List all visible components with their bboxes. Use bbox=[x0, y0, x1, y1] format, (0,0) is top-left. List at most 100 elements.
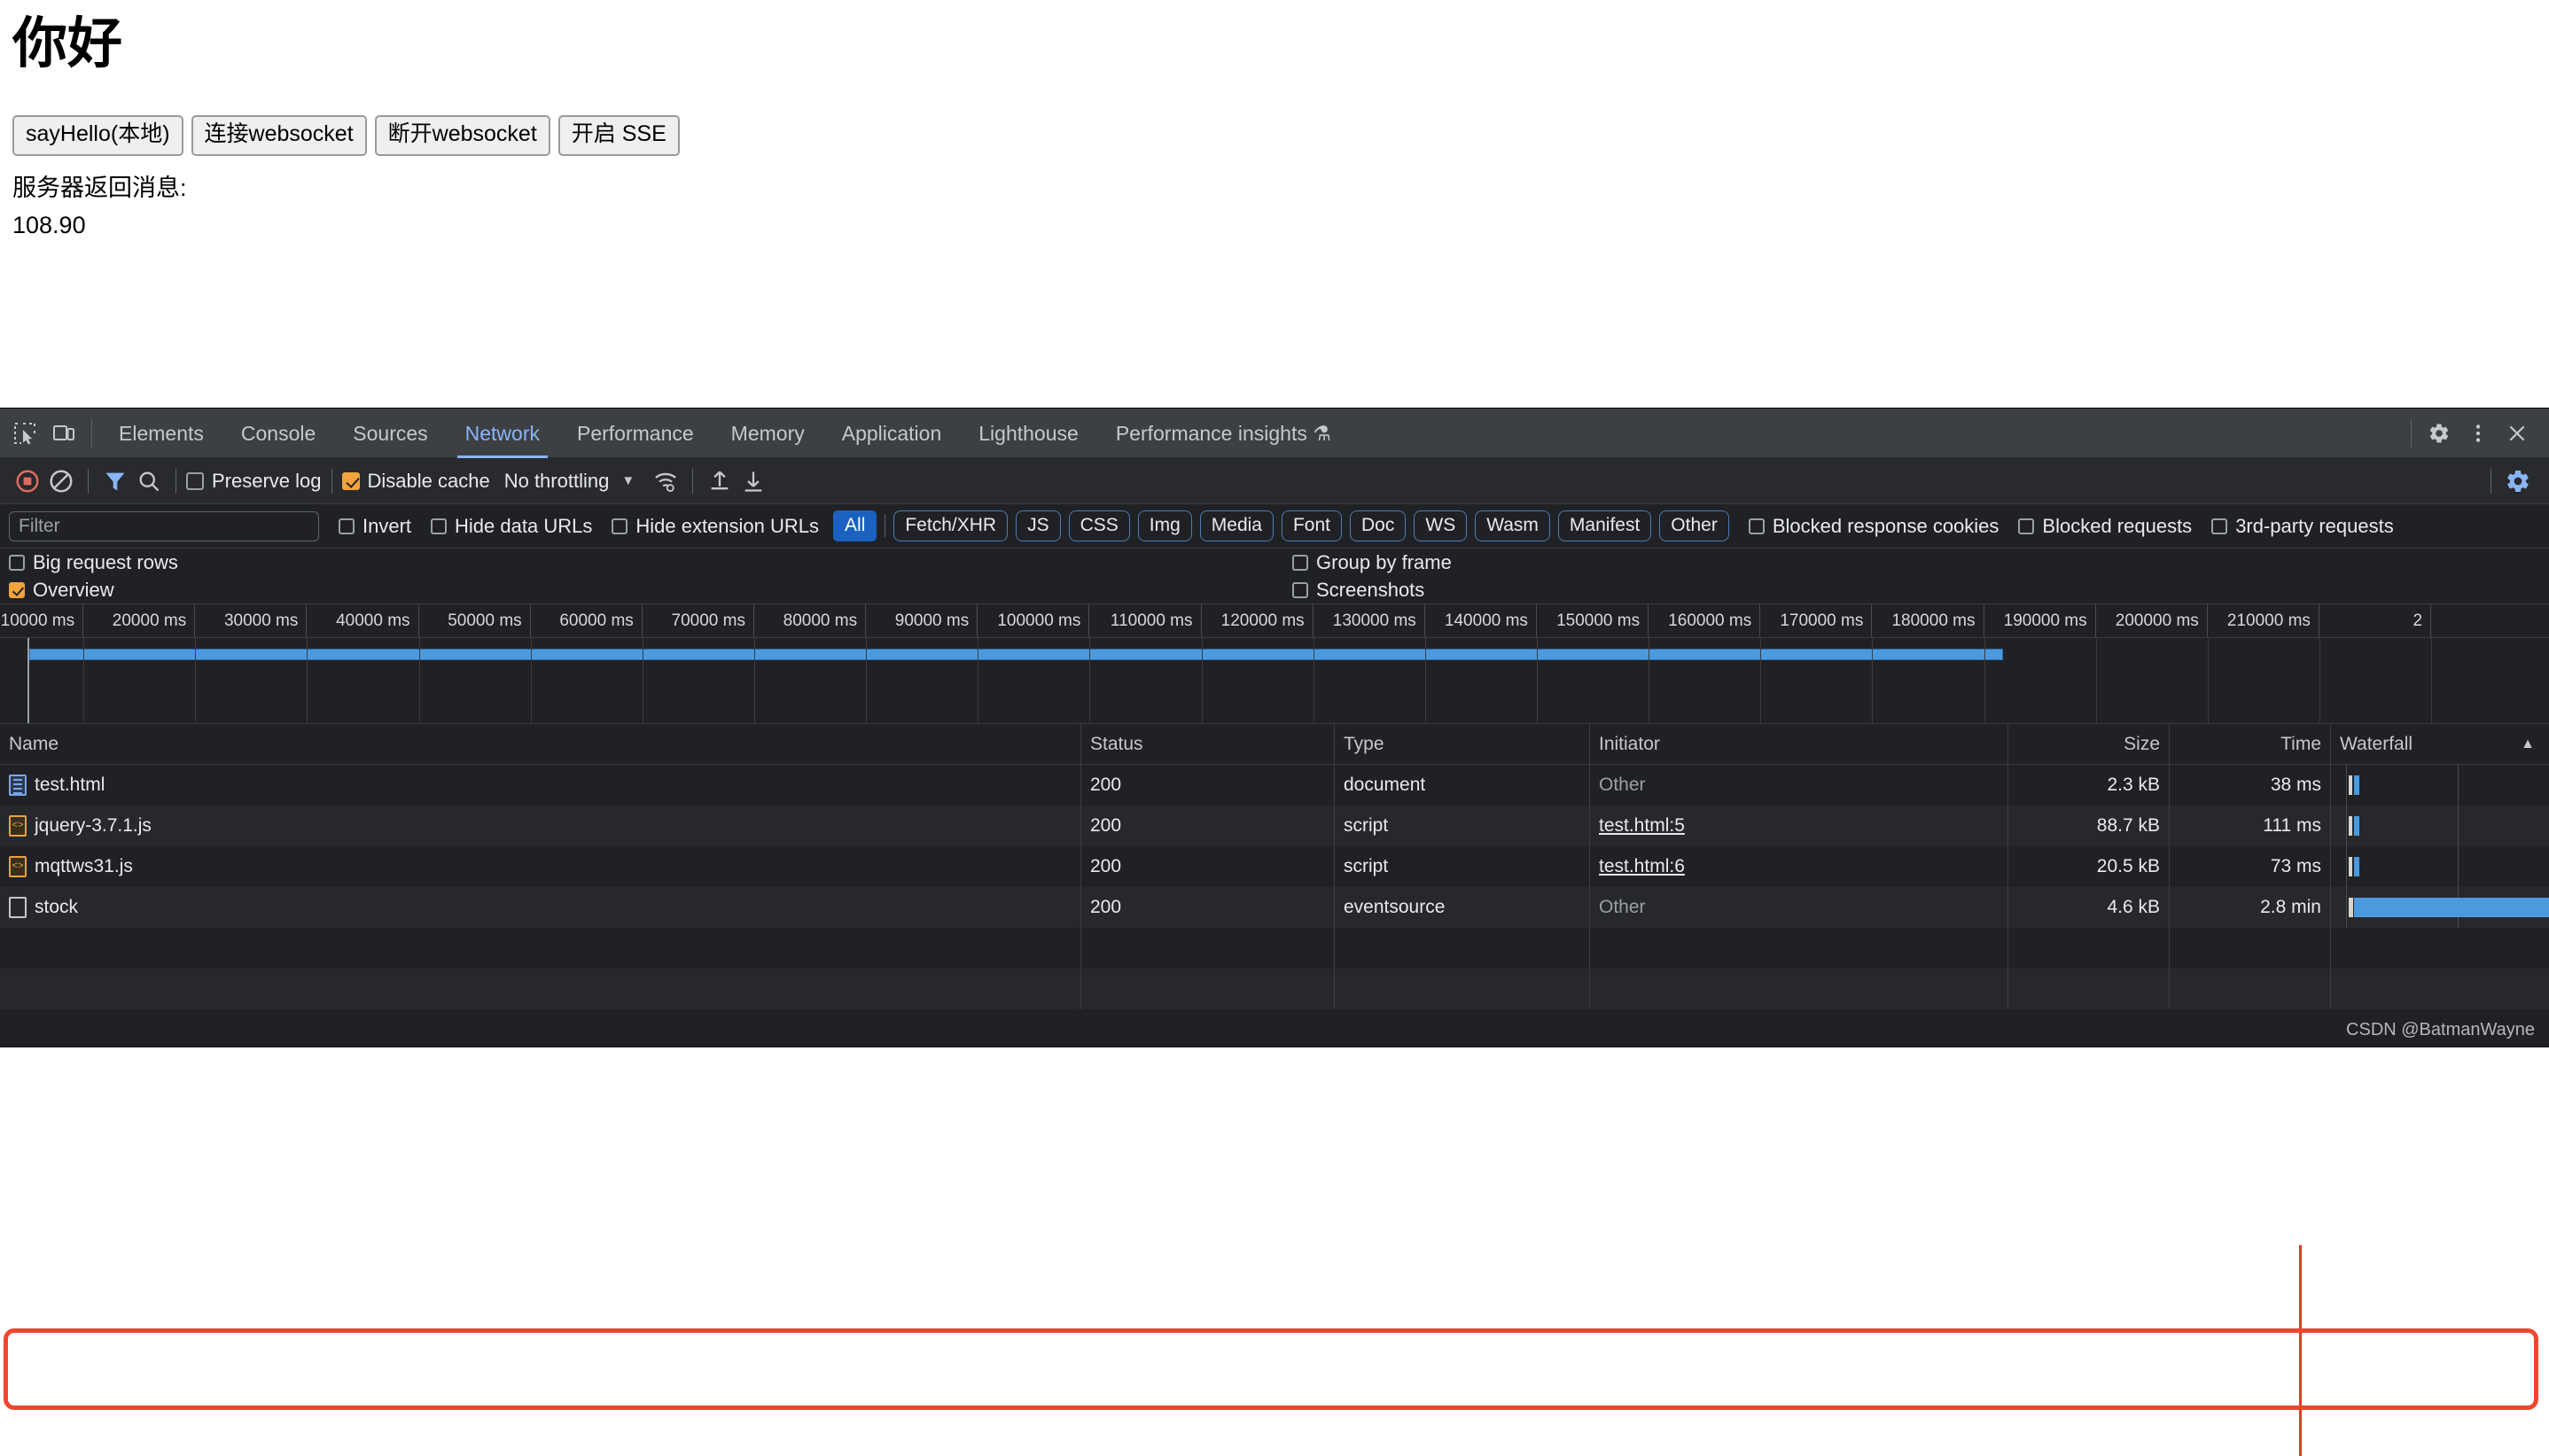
initiator-link[interactable]: test.html:6 bbox=[1599, 856, 1685, 876]
third-party-requests-checkbox-box[interactable] bbox=[2211, 518, 2228, 534]
filter-type-js[interactable]: JS bbox=[1016, 510, 1061, 542]
disconnect-websocket-button[interactable]: 断开websocket bbox=[374, 115, 550, 157]
column-header-size[interactable]: Size bbox=[2008, 723, 2170, 765]
wifi-settings-icon[interactable] bbox=[649, 464, 682, 498]
tab-sources[interactable]: Sources bbox=[334, 409, 446, 458]
tab-application[interactable]: Application bbox=[823, 409, 961, 458]
filter-type-other[interactable]: Other bbox=[1659, 510, 1729, 542]
cell-initiator[interactable]: test.html:6 bbox=[1590, 846, 2008, 887]
group-by-frame-checkbox[interactable]: Group by frame bbox=[1292, 551, 1452, 574]
tab-memory[interactable]: Memory bbox=[713, 409, 823, 458]
big-request-rows-checkbox-box[interactable] bbox=[9, 555, 25, 571]
search-icon[interactable] bbox=[132, 464, 166, 498]
overview-tick: 170000 ms bbox=[1760, 604, 1873, 637]
network-overview[interactable]: 10000 ms 20000 ms 30000 ms 40000 ms 50000 ms… bbox=[0, 604, 2549, 724]
network-settings-gear-icon[interactable] bbox=[2501, 464, 2535, 498]
disable-cache-checkbox[interactable]: Disable cache bbox=[341, 470, 490, 493]
screenshots-checkbox-box[interactable] bbox=[1292, 582, 1308, 598]
hide-extension-urls-checkbox[interactable]: Hide extension URLs bbox=[612, 515, 819, 538]
column-header-status[interactable]: Status bbox=[1081, 723, 1335, 765]
filter-type-doc[interactable]: Doc bbox=[1350, 510, 1407, 542]
document-file-icon bbox=[9, 775, 27, 796]
overview-checkbox[interactable]: Overview bbox=[9, 579, 114, 602]
invert-checkbox[interactable]: Invert bbox=[339, 515, 411, 538]
group-by-frame-checkbox-box[interactable] bbox=[1292, 555, 1308, 571]
overview-gridline bbox=[1984, 638, 1985, 723]
filter-input[interactable] bbox=[9, 510, 319, 541]
preserve-log-checkbox[interactable]: Preserve log bbox=[186, 470, 322, 493]
column-header-type[interactable]: Type bbox=[1335, 723, 1590, 765]
blocked-requests-label: Blocked requests bbox=[2042, 514, 2193, 537]
blocked-requests-checkbox[interactable]: Blocked requests bbox=[2018, 515, 2192, 538]
filter-type-ws[interactable]: WS bbox=[1414, 510, 1468, 542]
tab-elements[interactable]: Elements bbox=[100, 409, 222, 458]
cell-initiator[interactable]: test.html:5 bbox=[1590, 806, 2008, 846]
cell-waterfall bbox=[2331, 846, 2549, 887]
tab-lighthouse[interactable]: Lighthouse bbox=[960, 409, 1097, 458]
filter-type-media[interactable]: Media bbox=[1199, 510, 1274, 542]
chevron-down-icon[interactable]: ▼ bbox=[621, 473, 635, 488]
column-header-name[interactable]: Name bbox=[0, 723, 1081, 765]
cell-name[interactable]: test.html bbox=[0, 765, 1081, 806]
filter-type-manifest[interactable]: Manifest bbox=[1557, 510, 1652, 542]
more-options-icon[interactable] bbox=[2459, 414, 2498, 453]
filter-type-all[interactable]: All bbox=[833, 510, 877, 542]
tab-performance-insights[interactable]: Performance insights ⚗ bbox=[1097, 409, 1350, 458]
tab-performance[interactable]: Performance bbox=[558, 409, 713, 458]
throttling-select[interactable]: No throttling bbox=[504, 470, 610, 493]
third-party-requests-checkbox[interactable]: 3rd-party requests bbox=[2211, 515, 2394, 538]
filter-type-img[interactable]: Img bbox=[1137, 510, 1192, 542]
table-row[interactable]: <> jquery-3.7.1.js 200 script test.html:5 88.… bbox=[0, 806, 2549, 846]
filter-type-wasm[interactable]: Wasm bbox=[1475, 510, 1550, 542]
overview-graph[interactable] bbox=[0, 638, 2549, 723]
cell-name[interactable]: <> jquery-3.7.1.js bbox=[0, 806, 1081, 846]
start-sse-button[interactable]: 开启 SSE bbox=[557, 115, 680, 157]
inspect-element-icon[interactable] bbox=[5, 414, 44, 453]
cell-time: 2.8 min bbox=[2170, 887, 2331, 928]
overview-checkbox-box[interactable] bbox=[9, 582, 25, 598]
device-toolbar-icon[interactable] bbox=[44, 414, 83, 453]
hide-data-urls-checkbox-box[interactable] bbox=[431, 518, 448, 534]
invert-checkbox-box[interactable] bbox=[339, 518, 355, 534]
gear-icon[interactable] bbox=[2420, 414, 2459, 453]
export-har-icon[interactable] bbox=[737, 464, 770, 498]
say-hello-button[interactable]: sayHello(本地) bbox=[12, 115, 183, 157]
disable-cache-checkbox-box[interactable] bbox=[341, 471, 360, 490]
table-row[interactable]: stock 200 eventsource Other 4.6 kB 2.8 min bbox=[0, 887, 2549, 928]
column-header-waterfall[interactable]: Waterfall ▲ bbox=[2331, 724, 2549, 765]
hide-data-urls-checkbox[interactable]: Hide data URLs bbox=[431, 515, 592, 538]
clear-icon[interactable] bbox=[44, 464, 78, 498]
hide-extension-urls-checkbox-box[interactable] bbox=[612, 518, 628, 534]
column-header-time[interactable]: Time bbox=[2170, 723, 2331, 765]
filter-type-fetch-xhr[interactable]: Fetch/XHR bbox=[893, 510, 1009, 542]
table-row[interactable]: test.html 200 document Other 2.3 kB 38 ms bbox=[0, 765, 2549, 806]
tabbar-right-divider bbox=[2411, 418, 2412, 448]
blocked-response-cookies-checkbox-box[interactable] bbox=[1748, 518, 1765, 534]
close-icon[interactable] bbox=[2498, 414, 2537, 453]
sort-ascending-icon[interactable]: ▲ bbox=[2521, 724, 2535, 765]
cell-type: script bbox=[1335, 846, 1590, 887]
tab-console[interactable]: Console bbox=[222, 409, 334, 458]
blocked-response-cookies-checkbox[interactable]: Blocked response cookies bbox=[1748, 515, 1999, 538]
cell-initiator bbox=[1590, 928, 2008, 969]
funnel-icon[interactable] bbox=[98, 464, 132, 498]
initiator-link[interactable]: test.html:5 bbox=[1599, 815, 1685, 836]
hide-extension-urls-label: Hide extension URLs bbox=[635, 514, 820, 537]
cell-status bbox=[1081, 969, 1335, 1009]
table-row[interactable]: <> mqttws31.js 200 script test.html:6 20.5 kB… bbox=[0, 846, 2549, 887]
connect-websocket-button[interactable]: 连接websocket bbox=[191, 115, 367, 157]
column-header-initiator[interactable]: Initiator bbox=[1590, 723, 2008, 765]
cell-name[interactable]: <> mqttws31.js bbox=[0, 846, 1081, 887]
record-stop-icon[interactable] bbox=[11, 464, 44, 498]
filter-type-css[interactable]: CSS bbox=[1068, 510, 1130, 542]
tab-network[interactable]: Network bbox=[447, 409, 558, 458]
overview-gridline bbox=[195, 638, 197, 723]
screenshots-checkbox[interactable]: Screenshots bbox=[1292, 579, 1424, 602]
blocked-requests-checkbox-box[interactable] bbox=[2018, 518, 2035, 534]
preserve-log-checkbox-box[interactable] bbox=[186, 471, 204, 490]
filter-type-font[interactable]: Font bbox=[1281, 510, 1343, 542]
group-by-frame-label: Group by frame bbox=[1316, 551, 1452, 573]
big-request-rows-checkbox[interactable]: Big request rows bbox=[9, 551, 178, 574]
import-har-icon[interactable] bbox=[703, 464, 737, 498]
cell-name[interactable]: stock bbox=[0, 887, 1081, 928]
